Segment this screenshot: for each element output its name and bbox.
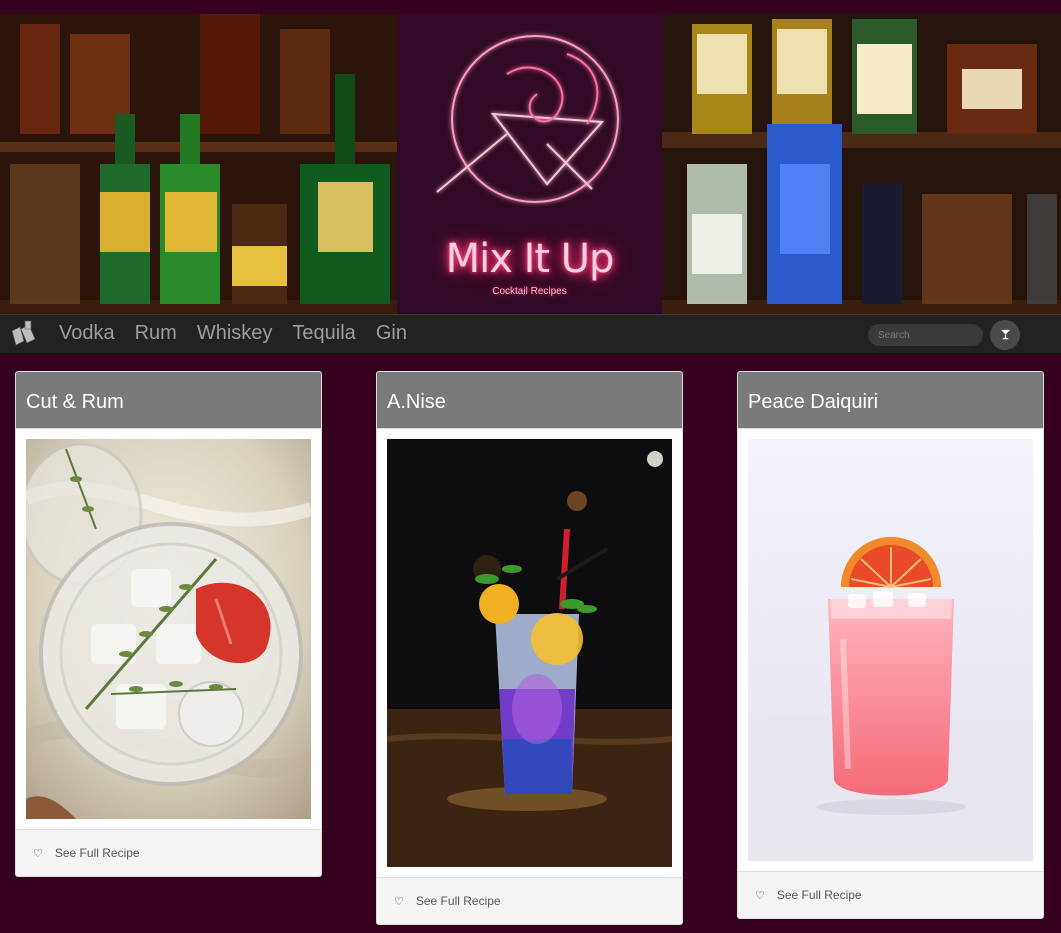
heart-icon[interactable]: ♡	[755, 889, 765, 902]
card-footer: ♡ See Full Recipe	[377, 877, 682, 924]
nav-link-rum[interactable]: Rum	[135, 321, 177, 345]
nav-link-tequila[interactable]: Tequila	[292, 321, 355, 345]
site-subtitle: Cocktail Recipes	[492, 286, 567, 297]
card-title: Peace Daiquiri	[738, 372, 1043, 429]
nav-link-whiskey[interactable]: Whiskey	[197, 321, 273, 345]
heart-icon[interactable]: ♡	[33, 847, 43, 860]
recipe-card: Cut & Rum ♡ See Full Recipe	[15, 371, 322, 877]
recipe-photo[interactable]	[387, 439, 672, 867]
see-full-recipe-link[interactable]: See Full Recipe	[416, 894, 501, 908]
top-navbar: Vodka Rum Whiskey Tequila Gin	[0, 314, 1061, 354]
recipe-photo[interactable]	[748, 439, 1033, 861]
neon-logo: Mix It Up Cocktail Recipes	[397, 14, 662, 314]
nav-link-vodka[interactable]: Vodka	[59, 321, 115, 345]
card-footer: ♡ See Full Recipe	[738, 871, 1043, 918]
martini-glass-icon	[1000, 328, 1011, 343]
bar-shelf-photo-left	[0, 14, 397, 314]
search-button[interactable]	[990, 320, 1020, 350]
card-footer: ♡ See Full Recipe	[16, 829, 321, 876]
header-banner: Mix It Up Cocktail Recipes	[0, 14, 1061, 314]
see-full-recipe-link[interactable]: See Full Recipe	[55, 846, 140, 860]
category-nav: Vodka Rum Whiskey Tequila Gin	[59, 321, 427, 345]
card-title: Cut & Rum	[16, 372, 321, 429]
bar-shelf-photo-right	[662, 14, 1061, 314]
recipe-card: Peace Daiquiri ♡ See Full Recipe	[737, 371, 1044, 919]
search-input[interactable]	[868, 324, 983, 346]
heart-icon[interactable]: ♡	[394, 895, 404, 908]
nav-link-gin[interactable]: Gin	[376, 321, 407, 345]
site-title: Mix It Up	[445, 236, 615, 282]
recipe-photo[interactable]	[26, 439, 311, 819]
recipe-card: A.Nise ♡ See Full Recipe	[376, 371, 683, 925]
cocktail-glasses-icon[interactable]	[9, 319, 39, 349]
see-full-recipe-link[interactable]: See Full Recipe	[777, 888, 862, 902]
card-title: A.Nise	[377, 372, 682, 429]
